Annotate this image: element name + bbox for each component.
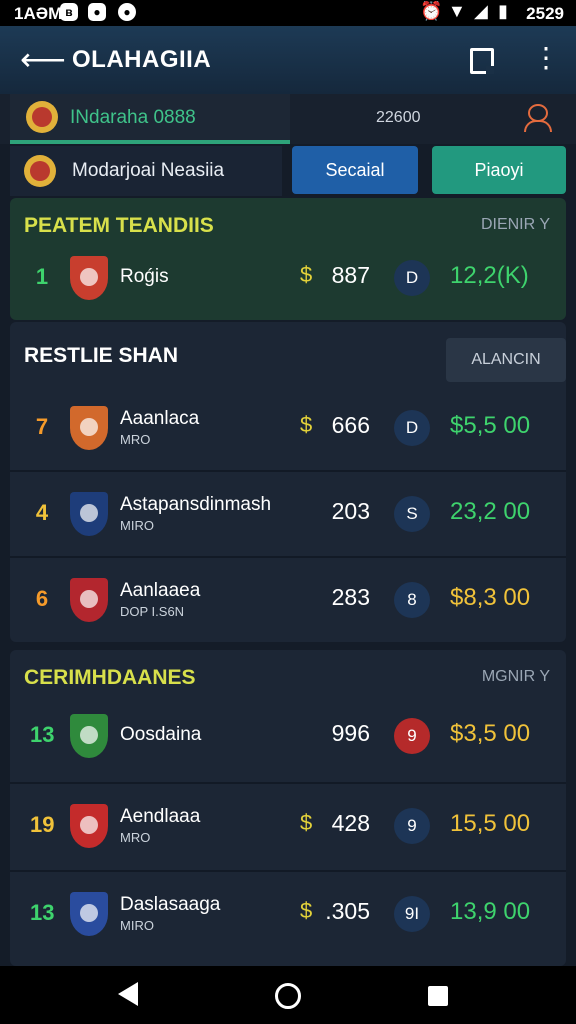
play-button[interactable]: Piaoyi <box>432 146 566 194</box>
rank-number: 1 <box>35 264 49 289</box>
tab-row: INdaraha 0888 22600 <box>0 94 576 144</box>
player-subtitle: MIRO <box>120 918 154 933</box>
status-badge[interactable]: 9 <box>394 808 430 844</box>
score-value: 283 <box>331 584 370 610</box>
player-subtitle: MRO <box>120 432 151 447</box>
section-filter-button[interactable]: ALANCIN <box>446 338 566 382</box>
team-badge-icon <box>70 714 108 758</box>
status-badge[interactable]: D <box>394 410 430 446</box>
user-action-row: Modarjoai Neasiia Secaial Piaoyi <box>10 146 566 196</box>
player-name: Astapansdinmash <box>120 494 272 515</box>
page-title: OLAHAGIIA <box>72 46 212 73</box>
user-name: Modarjoai Neasiia <box>72 160 225 181</box>
app-notification-icon: ● <box>88 3 106 21</box>
team-badge-icon <box>70 804 108 848</box>
team-badge-icon <box>70 406 108 450</box>
profile-icon[interactable] <box>524 104 552 132</box>
record-icon: ● <box>118 3 136 21</box>
player-name: Roǵis <box>120 266 169 287</box>
list-item[interactable]: 19 Aendlaaa MRO $428 9 15,5 00 <box>10 782 566 868</box>
tab-primary-label: INdaraha 0888 <box>70 107 196 128</box>
prize-amount: 15,5 00 <box>450 810 531 837</box>
list-item[interactable]: 1 Roǵis $887 D 12,2(K) <box>10 236 566 320</box>
wifi-icon: ▼ <box>448 1 466 21</box>
nav-back-icon[interactable] <box>118 982 138 1006</box>
score-value: 666 <box>331 412 370 438</box>
rank-number: 13 <box>30 900 55 925</box>
back-arrow-icon[interactable]: ⟵ <box>20 40 66 78</box>
status-badge[interactable]: 9 <box>394 718 430 754</box>
status-badge[interactable]: D <box>394 260 430 296</box>
score-value: 887 <box>331 262 370 288</box>
leaderboard-section: CERIMHDAANES MGNIR Y 13 Oosdaina 996 9 $3,5 … <box>10 650 566 966</box>
battery-icon: ▮ <box>498 1 508 21</box>
special-button[interactable]: Secaial <box>292 146 418 194</box>
more-options-icon[interactable]: ⋮ <box>532 40 560 76</box>
leaderboard-section: PEATEM TEANDIIS DIENIR Y 1 Roǵis $887 D 12,2… <box>10 198 566 320</box>
rank-number: 13 <box>30 722 55 747</box>
avatar <box>24 155 56 187</box>
prize-amount: $8,3 00 <box>450 584 531 611</box>
status-badge[interactable]: 8 <box>394 582 430 618</box>
list-item[interactable]: 7 Aaanlaca MRO $666 D $5,5 00 <box>10 386 566 470</box>
player-name: Aanlaaea <box>120 580 201 601</box>
section-title: RESTLIE SHAN <box>24 344 179 367</box>
player-name: Aendlaaa <box>120 806 201 827</box>
nav-home-icon[interactable] <box>275 983 301 1009</box>
section-filter[interactable]: DIENIR Y <box>481 216 550 234</box>
share-icon[interactable] <box>470 48 494 74</box>
player-subtitle: MIRO <box>120 518 154 533</box>
team-badge-icon <box>70 492 108 536</box>
team-badge-icon <box>70 578 108 622</box>
list-item[interactable]: 13 Oosdaina 996 9 $3,5 00 <box>10 694 566 778</box>
prize-amount: 12,2(K) <box>450 262 529 289</box>
score-value: 996 <box>331 720 370 746</box>
player-name: Aaanlaca <box>120 408 200 429</box>
status-badge[interactable]: 9I <box>394 896 430 932</box>
player-subtitle: MRO <box>120 830 151 845</box>
team-badge-icon <box>70 892 108 936</box>
player-name: Daslasaaga <box>120 894 221 915</box>
rank-number: 19 <box>30 812 55 837</box>
prize-amount: 23,2 00 <box>450 498 531 525</box>
nav-recents-icon[interactable] <box>428 986 448 1006</box>
leaderboard-section: RESTLIE SHAN ALANCIN 7 Aaanlaca MRO $666 D $5… <box>10 322 566 642</box>
section-title: PEATEM TEANDIIS <box>24 214 214 237</box>
app-bar: ⟵ OLAHAGIIA ⋮ <box>0 26 576 94</box>
score-value: 203 <box>331 498 370 524</box>
player-subtitle: DOP I.S6N <box>120 604 185 619</box>
user-selector[interactable]: Modarjoai Neasiia <box>10 146 282 196</box>
status-clock: 2529 <box>526 4 564 23</box>
alarm-icon: ⏰ <box>420 1 443 21</box>
prize-amount: 13,9 00 <box>450 898 531 925</box>
list-item[interactable]: 13 Daslasaaga MIRO $ .305 9I 13,9 00 <box>10 870 566 956</box>
status-badge[interactable]: S <box>394 496 430 532</box>
status-bar: 1AƏM ʙ ● ● ⏰ ▼ ◢ ▮ 2529 <box>0 0 576 26</box>
tab-middle-value[interactable]: 22600 <box>376 109 421 127</box>
section-title: CERIMHDAANES <box>24 666 196 689</box>
tab-primary[interactable]: INdaraha 0888 <box>10 94 290 144</box>
rank-number: 6 <box>35 586 49 611</box>
prize-amount: $5,5 00 <box>450 412 531 439</box>
rank-number: 7 <box>35 414 49 439</box>
signal-icon: ◢ <box>474 1 488 21</box>
status-time: 1AƏM <box>14 4 63 23</box>
prize-amount: $3,5 00 <box>450 720 531 747</box>
list-item[interactable]: 6 Aanlaaea DOP I.S6N 283 8 $8,3 00 <box>10 556 566 642</box>
system-nav-bar <box>0 966 576 1024</box>
section-filter[interactable]: MGNIR Y <box>482 668 550 686</box>
list-item[interactable]: 4 Astapansdinmash MIRO 203 S 23,2 00 <box>10 470 566 556</box>
avatar <box>26 101 58 133</box>
notification-icon: ʙ <box>60 3 78 21</box>
rank-number: 4 <box>35 500 49 525</box>
player-name: Oosdaina <box>120 724 202 745</box>
score-value: 428 <box>331 810 370 836</box>
team-badge-icon <box>70 256 108 300</box>
score-value: .305 <box>325 898 370 924</box>
